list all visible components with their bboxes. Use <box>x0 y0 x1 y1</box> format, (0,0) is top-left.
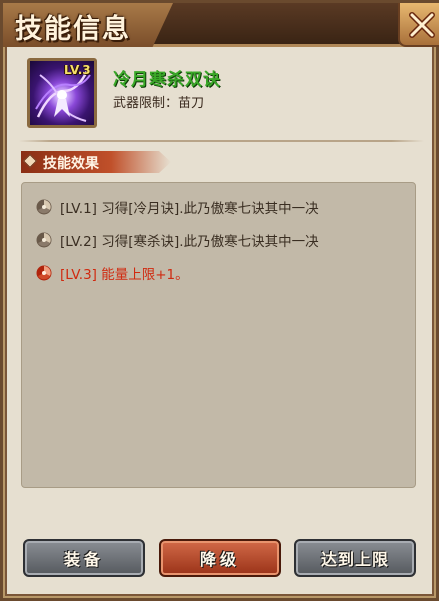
equip-button[interactable]: 装备 <box>23 539 145 577</box>
effect-item-lv2: [LV.2] 习得[寒杀诀].此乃傲寒七诀其中一决 <box>36 229 319 251</box>
effect-item-lv1: [LV.1] 习得[冷月诀].此乃傲寒七诀其中一决 <box>36 196 319 218</box>
header-bar: 技能信息 <box>3 3 439 47</box>
section-title: 技能效果 <box>43 156 99 172</box>
level-bullet-icon <box>36 232 52 248</box>
level-bullet-icon-active <box>36 265 52 281</box>
skill-icon: LV.3 <box>27 58 97 128</box>
skill-name: 冷月寒杀双诀 <box>113 70 221 90</box>
effect-text: [LV.1] 习得[冷月诀].此乃傲寒七诀其中一决 <box>60 201 319 217</box>
max-reached-button[interactable]: 达到上限 <box>294 539 416 577</box>
effect-text: [LV.3] 能量上限+1。 <box>60 267 189 283</box>
effect-text: [LV.2] 习得[寒杀诀].此乃傲寒七诀其中一决 <box>60 234 319 250</box>
close-icon <box>409 12 435 38</box>
skill-info-panel: 技能信息 LV.3 冷月寒杀双诀 武器限制：苗刀 技能效果 [LV.1] 习得[… <box>0 0 439 601</box>
weapon-limit: 武器限制：苗刀 <box>113 96 205 111</box>
level-bullet-icon <box>36 199 52 215</box>
downgrade-button[interactable]: 降级 <box>159 539 281 577</box>
divider <box>19 140 424 142</box>
skill-level-badge: LV.3 <box>64 63 91 77</box>
effects-list: [LV.1] 习得[冷月诀].此乃傲寒七诀其中一决 [LV.2] 习得[寒杀诀]… <box>21 182 416 488</box>
effect-item-lv3: [LV.3] 能量上限+1。 <box>36 262 189 284</box>
page-title: 技能信息 <box>15 14 131 45</box>
close-button[interactable] <box>398 3 439 47</box>
